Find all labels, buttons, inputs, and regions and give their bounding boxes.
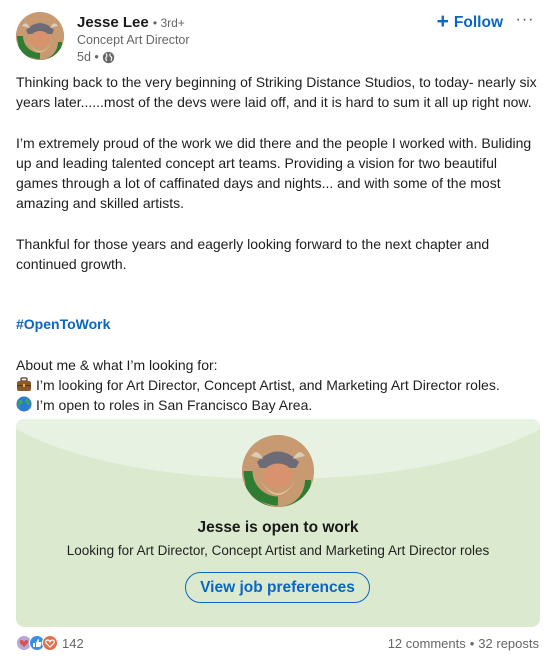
open-to-work-subtitle: Looking for Art Director, Concept Artist… [66, 543, 490, 558]
social-counts: 142 12 comments • 32 reposts [16, 633, 539, 653]
follow-label: Follow [453, 14, 503, 31]
open-to-work-title: Jesse is open to work [197, 519, 359, 536]
love-icon [42, 635, 58, 651]
reposts-count[interactable]: 32 reposts [478, 636, 539, 651]
post-header: Jesse Lee • 3rd+ Concept Art Director 5d… [16, 10, 543, 65]
reactions-summary[interactable]: 142 [16, 635, 84, 651]
follow-button[interactable]: + Follow [436, 10, 503, 34]
post-paragraph: I’m extremely proud of the work we did t… [16, 134, 532, 212]
globe-icon [102, 51, 115, 64]
plus-icon: + [436, 10, 449, 33]
globe-icon [16, 396, 32, 412]
hashtag-link[interactable]: #OpenToWork [16, 316, 110, 332]
avatar-image [16, 12, 64, 60]
engagement-counts: 12 comments • 32 reposts [388, 636, 539, 651]
post-paragraph: Thinking back to the very beginning of S… [16, 74, 537, 111]
open-to-work-card: Jesse is open to work Looking for Art Di… [16, 419, 540, 627]
connection-degree: • 3rd+ [152, 16, 185, 30]
post-meta: 5d • [77, 49, 190, 65]
more-options-button[interactable]: ··· [513, 12, 537, 34]
about-item: I’m open to roles in San Francisco Bay A… [16, 395, 541, 415]
author-headline: Concept Art Director [77, 33, 190, 47]
author-info: Jesse Lee • 3rd+ Concept Art Director 5d… [77, 14, 190, 65]
author-name[interactable]: Jesse Lee [77, 14, 149, 31]
about-item: I’m looking for Art Director, Concept Ar… [16, 375, 541, 395]
post-paragraph: Thankful for those years and eagerly loo… [16, 235, 490, 272]
view-job-preferences-button[interactable]: View job preferences [185, 572, 370, 603]
about-heading: About me & what I’m looking for: [16, 356, 218, 373]
about-item-text: I’m open to roles in San Francisco Bay A… [36, 397, 313, 414]
avatar-image [242, 435, 314, 507]
post-time: 5d • [77, 50, 99, 64]
separator: • [469, 635, 475, 651]
open-to-work-avatar[interactable] [242, 435, 314, 507]
comments-count[interactable]: 12 comments [388, 636, 466, 651]
author-avatar[interactable] [16, 12, 64, 60]
post-body: Thinking back to the very beginning of S… [16, 72, 541, 415]
ellipsis-icon: ··· [515, 11, 535, 28]
about-item-text: I’m looking for Art Director, Concept Ar… [36, 376, 500, 393]
briefcase-icon [16, 377, 32, 392]
reaction-count: 142 [62, 635, 84, 651]
